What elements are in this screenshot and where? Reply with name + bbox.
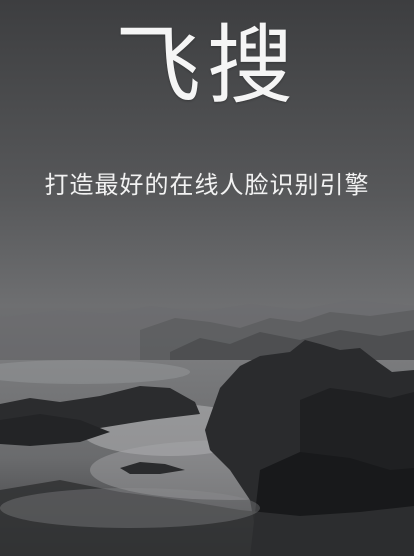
splash-screen: 飞搜 打造最好的在线人脸识别引擎 <box>0 0 414 556</box>
app-tagline: 打造最好的在线人脸识别引擎 <box>44 171 370 199</box>
app-title: 飞搜 <box>115 16 299 116</box>
